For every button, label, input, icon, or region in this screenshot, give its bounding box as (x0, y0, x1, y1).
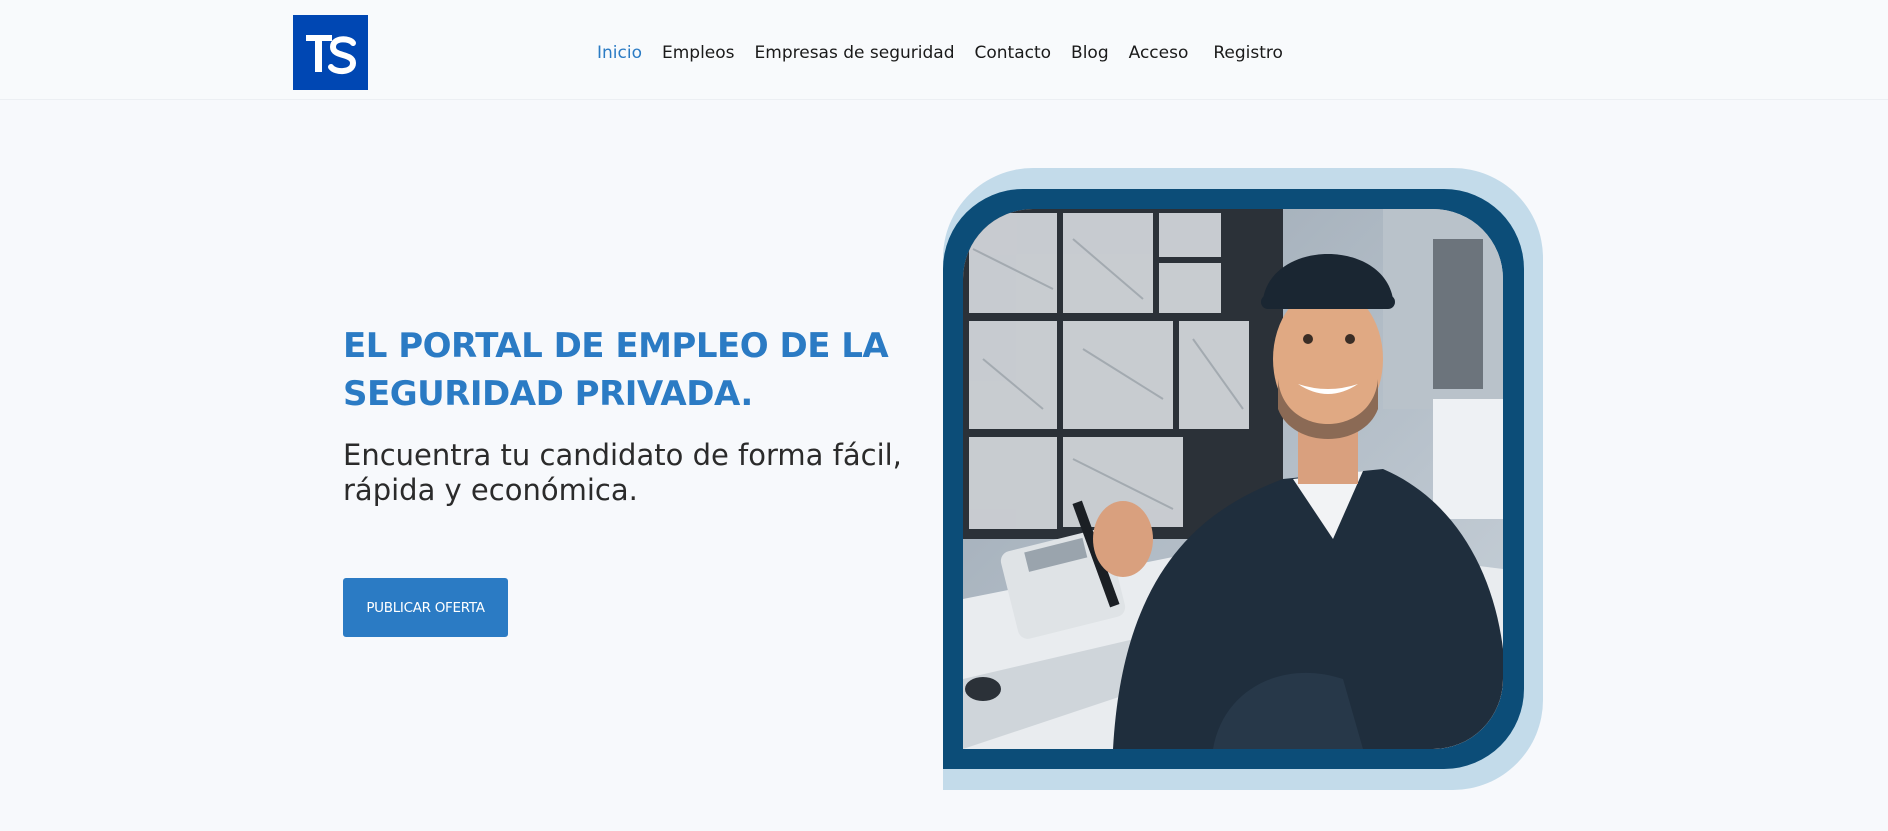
hero-subtitle: Encuentra tu candidato de forma fácil, r… (343, 438, 902, 507)
site-header: Inicio Empleos Empresas de seguridad Con… (0, 0, 1888, 100)
nav-item-empresas-de-seguridad[interactable]: Empresas de seguridad (755, 43, 955, 63)
nav-item-inicio[interactable]: Inicio (597, 43, 642, 63)
hero-image (963, 209, 1503, 749)
nav-item-blog[interactable]: Blog (1071, 43, 1109, 63)
site-logo[interactable] (293, 15, 368, 90)
nav-item-acceso[interactable]: Acceso (1129, 43, 1189, 63)
publicar-oferta-button[interactable]: PUBLICAR OFERTA (343, 578, 508, 637)
main-nav: Inicio Empleos Empresas de seguridad Con… (597, 40, 1283, 66)
ts-logo-icon (306, 35, 357, 75)
hero-title: EL PORTAL DE EMPLEO DE LA SEGURIDAD PRIV… (343, 326, 889, 414)
security-guard-illustration (963, 209, 1503, 749)
nav-item-registro[interactable]: Registro (1213, 43, 1283, 63)
nav-item-contacto[interactable]: Contacto (974, 43, 1051, 63)
nav-item-empleos[interactable]: Empleos (662, 43, 735, 63)
